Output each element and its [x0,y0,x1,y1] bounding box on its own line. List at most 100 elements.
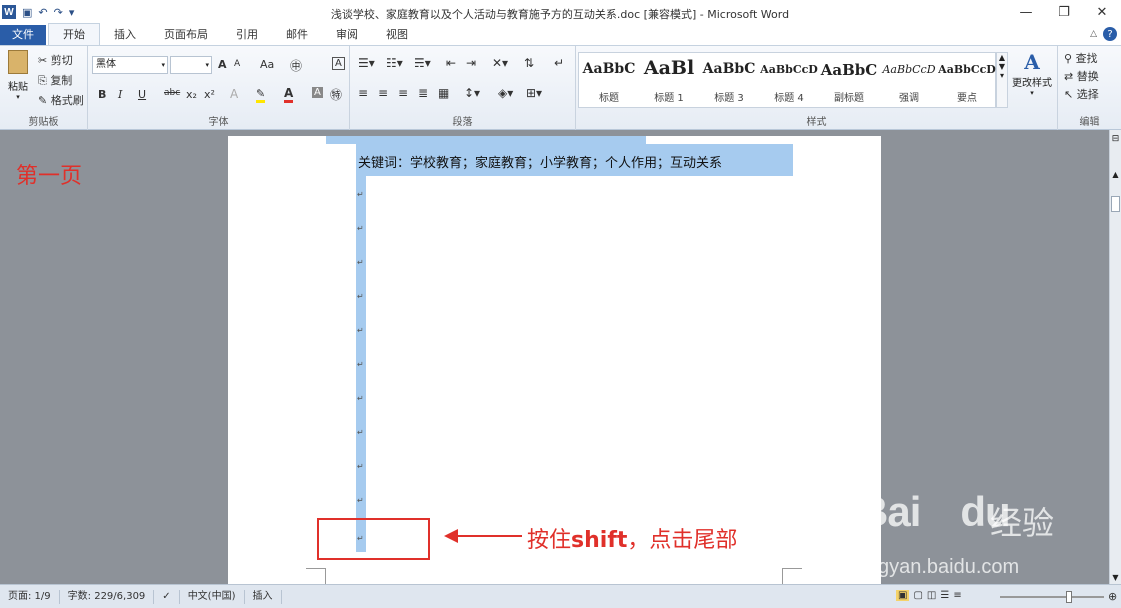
align-center-icon[interactable]: ≡ [378,86,388,100]
undo-icon[interactable]: ↶ [38,6,47,19]
tab-home[interactable]: 开始 [48,23,100,45]
tab-page-layout[interactable]: 页面布局 [150,25,222,45]
grow-font-button[interactable]: A [218,58,227,71]
font-color-icon[interactable]: A [284,86,294,103]
decrease-indent-icon[interactable]: ⇤ [446,56,456,70]
status-language[interactable]: 中文(中国) [180,589,245,604]
show-marks-icon[interactable]: ↵ [554,56,564,70]
font-name-select[interactable]: 黑体 ▾ [92,56,168,74]
style-heading-4[interactable]: AaBbCcD 标题 4 [759,53,819,109]
cursor-icon: ↖ [1064,88,1074,101]
zoom-thumb[interactable] [1066,591,1072,603]
status-mode[interactable]: 插入 [245,589,282,604]
brush-icon: ✎ [38,94,48,107]
character-border-icon[interactable]: A [332,57,345,70]
tab-mailings[interactable]: 邮件 [272,25,322,45]
phonetic-guide-icon[interactable]: ㊥ [290,57,302,74]
window-controls: — ❐ ✕ [1007,0,1121,24]
style-subtitle[interactable]: AaBbC 副标题 [819,53,879,109]
styles-scroll[interactable]: ▲ ▼ ▾ [996,52,1008,108]
cut-button[interactable]: ✂ 剪切 [38,52,73,68]
web-layout-icon[interactable]: ◫ [927,590,936,601]
scroll-thumb[interactable] [1111,196,1120,212]
draft-icon[interactable]: ≡ [953,590,961,601]
paragraph-mark: ↵ [357,326,364,335]
enclose-characters-icon[interactable]: ㊕ [330,86,342,103]
close-button[interactable]: ✕ [1083,0,1121,24]
print-layout-icon[interactable]: ▣ [896,590,910,601]
style-strong[interactable]: AaBbCcD 要点 [937,53,997,109]
save-icon[interactable]: ▣ [22,6,32,19]
tab-review[interactable]: 审阅 [322,25,372,45]
style-emphasis[interactable]: AaBbCcD 强调 [879,53,939,109]
minimize-button[interactable]: — [1007,0,1045,24]
customize-toolbar-icon[interactable]: ▾ [69,6,75,19]
multilevel-list-icon[interactable]: ☴▾ [414,56,431,70]
shading-icon[interactable]: ◈▾ [498,86,513,100]
scissors-icon: ✂ [38,54,48,67]
change-case-button[interactable]: Aa [260,58,274,71]
italic-button[interactable]: I [118,88,122,101]
align-right-icon[interactable]: ≡ [398,86,408,100]
vertical-scrollbar[interactable]: ⊟ ▲ ▼ [1109,130,1121,584]
borders-icon[interactable]: ⊞▾ [526,86,542,100]
redo-icon[interactable]: ↷ [54,6,63,19]
numbering-icon[interactable]: ☷▾ [386,56,403,70]
replace-button[interactable]: ⇄ 替换 [1064,68,1099,84]
scroll-up-icon[interactable]: ▲ [1110,170,1121,179]
keywords-line[interactable]: 关键词：学校教育；家庭教育；小学教育；个人作用；互动关系 [358,152,722,171]
highlight-icon[interactable]: ✎ [256,87,266,103]
full-screen-icon[interactable]: ▢ [913,590,922,601]
text-effects-icon[interactable]: A [230,87,238,101]
line-spacing-icon[interactable]: ↕▾ [464,86,480,100]
style-title[interactable]: AaBbC 标题 [579,53,639,109]
shrink-font-button[interactable]: A [234,59,240,69]
window-title: 浅谈学校、家庭教育以及个人活动与教育施予方的互动关系.doc [兼容模式] - … [330,8,790,21]
paragraph-mark: ↵ [357,360,364,369]
collapse-ribbon-icon[interactable]: △ [1090,29,1097,39]
underline-button[interactable]: U [138,88,146,101]
document-page[interactable] [228,136,881,584]
font-size-select[interactable]: ▾ [170,56,212,74]
subscript-button[interactable]: x₂ [186,88,197,101]
bold-button[interactable]: B [98,88,106,101]
scroll-down-icon[interactable]: ▼ [1110,573,1121,582]
proofing-icon[interactable]: ✓ [154,589,180,604]
bullets-icon[interactable]: ☰▾ [358,56,375,70]
distributed-icon[interactable]: ▦ [438,86,449,100]
quick-access-toolbar: W ▣ ↶ ↷ ▾ [0,0,74,24]
find-button[interactable]: ⚲ 查找 [1064,50,1098,66]
select-button[interactable]: ↖ 选择 [1064,86,1099,102]
change-styles-button[interactable]: A 更改样式 ▾ [1010,50,1054,97]
format-painter-button[interactable]: ✎ 格式刷 [38,92,84,108]
ruler-toggle-icon[interactable]: ⊟ [1110,134,1121,144]
chinese-layout-icon[interactable]: ✕▾ [492,56,508,70]
binoculars-icon: ⚲ [1064,52,1073,65]
style-heading-1[interactable]: AaBl 标题 1 [639,53,699,109]
align-left-icon[interactable]: ≡ [358,86,368,100]
status-words[interactable]: 字数: 229/6,309 [60,589,155,604]
help-icon[interactable]: ? [1103,27,1117,41]
character-shading-icon[interactable]: A [312,87,323,98]
paragraph-mark: ↵ [357,462,364,471]
zoom-slider[interactable] [1000,591,1104,603]
restore-button[interactable]: ❐ [1045,0,1083,24]
tab-file[interactable]: 文件 [0,25,46,45]
increase-indent-icon[interactable]: ⇥ [466,56,476,70]
justify-icon[interactable]: ≣ [418,86,428,100]
paste-button[interactable]: 粘贴 ▾ [4,50,32,102]
copy-button[interactable]: ⎘ 复制 [38,72,72,88]
paragraph-mark: ↵ [357,190,364,199]
tab-insert[interactable]: 插入 [100,25,150,45]
group-label-editing: 编辑 [1079,117,1100,128]
sort-icon[interactable]: ⇅ [524,56,534,70]
tab-view[interactable]: 视图 [372,25,422,45]
style-heading-3[interactable]: AaBbC 标题 3 [699,53,759,109]
zoom-in-icon[interactable]: ⊕ [1108,590,1117,603]
tab-references[interactable]: 引用 [222,25,272,45]
outline-icon[interactable]: ☰ [940,590,949,601]
status-page[interactable]: 页面: 1/9 [0,589,60,604]
superscript-button[interactable]: x² [204,88,215,101]
watermark-url: jingyan.baidu.com [858,556,1020,578]
strikethrough-button[interactable]: abc [164,88,180,98]
